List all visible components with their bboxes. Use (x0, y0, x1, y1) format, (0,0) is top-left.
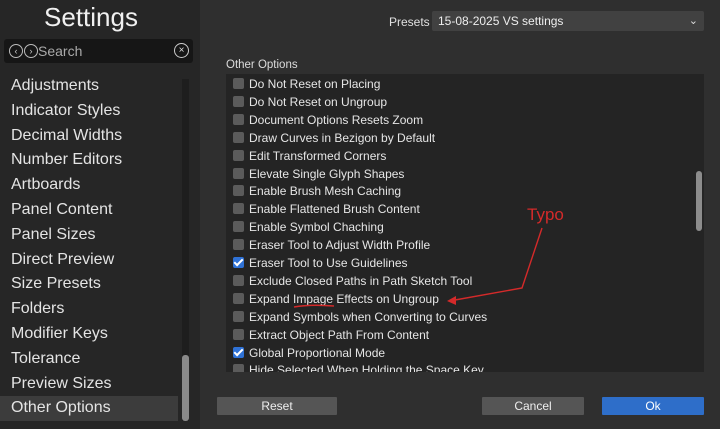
option-label: Eraser Tool to Use Guidelines (249, 256, 408, 270)
option-checkbox[interactable] (233, 113, 244, 125)
presets-select-value: 15-08-2025 VS settings (438, 14, 564, 28)
option-row[interactable]: Hide Selected When Holding the Space Key (233, 362, 484, 372)
option-label: Enable Brush Mesh Caching (249, 184, 402, 199)
option-row[interactable]: Elevate Single Glyph Shapes (233, 166, 404, 183)
sidebar-item-indicator-styles[interactable]: Indicator Styles (0, 99, 178, 124)
option-checkbox[interactable] (233, 203, 244, 215)
section-title: Other Options (226, 59, 298, 71)
options-list: Do Not Reset on Placing Do Not Reset on U… (226, 74, 704, 372)
option-checkbox[interactable] (233, 221, 244, 233)
sidebar-item-number-editors[interactable]: Number Editors (0, 148, 178, 173)
sidebar-item-modifier-keys[interactable]: Modifier Keys (0, 322, 178, 347)
option-label: Hide Selected When Holding the Space Key (249, 363, 484, 372)
sidebar-item-direct-preview[interactable]: Direct Preview (0, 248, 178, 273)
chevron-right-icon[interactable]: › (24, 44, 38, 58)
option-checkbox[interactable] (233, 328, 244, 340)
option-label: Document Options Resets Zoom (249, 112, 424, 127)
option-label: Expand Impage Effects on Ungroup (249, 291, 439, 306)
sidebar-item-folders[interactable]: Folders (0, 297, 178, 322)
option-checkbox[interactable] (233, 346, 244, 358)
sidebar-item-adjustments[interactable]: Adjustments (0, 74, 178, 99)
annotation-typo-label: Typo (527, 205, 564, 224)
sidebar-nav-list: Adjustments Indicator Styles Decimal Width… (0, 74, 178, 422)
option-checkbox[interactable] (233, 257, 244, 268)
option-row[interactable]: Do Not Reset on Ungroup (233, 94, 387, 111)
option-label: Draw Curves in Bezigon by Default (249, 130, 436, 145)
clear-icon[interactable]: × (174, 43, 189, 58)
options-scrollbar[interactable] (694, 74, 704, 372)
option-row[interactable]: Expand Symbols when Converting to Curves (233, 309, 487, 326)
option-row[interactable]: Extract Object Path From Content (233, 327, 429, 344)
option-row[interactable]: Edit Transformed Corners (233, 148, 386, 165)
option-checkbox[interactable] (233, 292, 244, 304)
option-label: Eraser Tool to Adjust Width Profile (249, 238, 431, 253)
sidebar-item-tolerance[interactable]: Tolerance (0, 347, 178, 372)
sidebar-scrollbar[interactable] (182, 79, 189, 421)
cancel-button[interactable]: Cancel (482, 397, 584, 415)
option-checkbox[interactable] (233, 149, 244, 161)
reset-button[interactable]: Reset (217, 397, 337, 415)
option-label: Global Proportional Mode (249, 345, 386, 360)
option-row[interactable]: Expand Impage Effects on Ungroup (233, 291, 439, 308)
option-checkbox[interactable] (233, 185, 244, 197)
option-checkbox[interactable] (233, 167, 244, 179)
option-row[interactable]: Document Options Resets Zoom (233, 112, 423, 129)
option-label: Extract Object Path From Content (249, 327, 430, 342)
sidebar-scrollbar-thumb[interactable] (182, 355, 189, 421)
option-checkbox[interactable] (233, 131, 244, 143)
option-label: Do Not Reset on Placing (249, 77, 381, 91)
ok-button[interactable]: Ok (602, 397, 704, 415)
search-input[interactable] (38, 42, 168, 60)
sidebar-item-decimal-widths[interactable]: Decimal Widths (0, 124, 178, 149)
sidebar-item-artboards[interactable]: Artboards (0, 173, 178, 198)
sidebar-item-preview-sizes[interactable]: Preview Sizes (0, 372, 178, 397)
chevron-down-icon: ⌄ (688, 15, 698, 27)
option-label: Elevate Single Glyph Shapes (249, 166, 405, 181)
option-row[interactable]: Enable Flattened Brush Content (233, 201, 420, 218)
option-label: Edit Transformed Corners (249, 148, 387, 163)
sidebar-item-panel-sizes[interactable]: Panel Sizes (0, 223, 178, 248)
option-label: Enable Symbol Chaching (249, 220, 384, 235)
option-checkbox[interactable] (233, 239, 244, 251)
option-row[interactable]: Global Proportional Mode (233, 345, 385, 362)
presets-select[interactable]: 15-08-2025 VS settings ⌄ (432, 11, 704, 31)
option-checkbox[interactable] (233, 364, 244, 372)
sidebar: Settings ‹ › × AdjustmentsIndicator Styl… (0, 0, 200, 429)
chevron-left-icon[interactable]: ‹ (9, 44, 23, 58)
option-row[interactable]: Exclude Closed Paths in Path Sketch Tool (233, 273, 472, 290)
sidebar-item-size-presets[interactable]: Size Presets (0, 272, 178, 297)
option-checkbox[interactable] (233, 310, 244, 322)
presets-label: Presets (389, 15, 430, 29)
option-row[interactable]: Enable Symbol Chaching (233, 219, 384, 236)
option-row[interactable]: Eraser Tool to Adjust Width Profile (233, 237, 430, 254)
option-row[interactable]: Draw Curves in Bezigon by Default (233, 130, 435, 147)
option-checkbox[interactable] (233, 95, 244, 107)
option-row[interactable]: Enable Brush Mesh Caching (233, 183, 401, 200)
sidebar-title: Settings (44, 2, 138, 32)
option-label: Do Not Reset on Ungroup (249, 94, 388, 109)
option-checkbox[interactable] (233, 274, 244, 286)
option-checkbox[interactable] (233, 78, 244, 89)
sidebar-item-other-options[interactable]: Other Options (0, 396, 178, 422)
option-label: Expand Symbols when Converting to Curves (249, 309, 488, 324)
options-scrollbar-thumb[interactable] (696, 171, 702, 231)
option-label: Exclude Closed Paths in Path Sketch Tool (249, 273, 473, 288)
main-panel: Presets 15-08-2025 VS settings ⌄ Other O… (200, 0, 720, 429)
option-row[interactable]: Eraser Tool to Use Guidelines (233, 255, 408, 272)
option-row[interactable]: Do Not Reset on Placing (233, 76, 380, 93)
sidebar-item-panel-content[interactable]: Panel Content (0, 198, 178, 223)
option-label: Enable Flattened Brush Content (249, 202, 420, 217)
search-box: ‹ › × (4, 39, 193, 63)
